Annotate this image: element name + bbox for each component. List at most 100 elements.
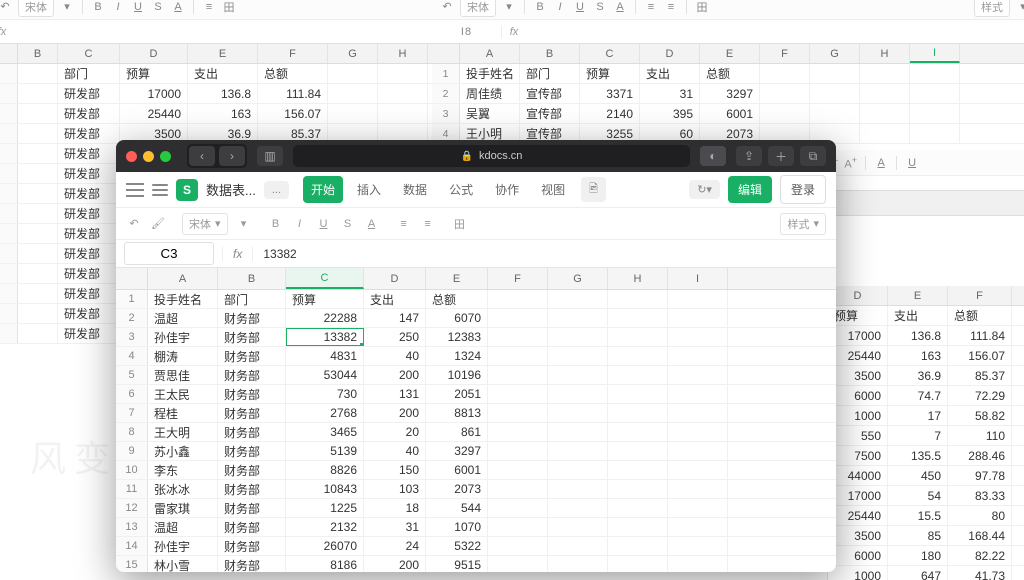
row-header[interactable]: 10: [116, 461, 148, 479]
cell[interactable]: [668, 423, 728, 441]
strike-icon[interactable]: S: [151, 0, 165, 14]
cell[interactable]: 730: [286, 385, 364, 403]
cell[interactable]: 13382: [286, 328, 364, 346]
col-header[interactable]: D: [120, 44, 188, 63]
cell[interactable]: [760, 64, 810, 83]
cell[interactable]: 395: [640, 104, 700, 123]
cell[interactable]: 财务部: [218, 499, 286, 517]
row-header[interactable]: 4: [116, 347, 148, 365]
cell[interactable]: [860, 124, 910, 143]
cell[interactable]: [488, 385, 548, 403]
cell[interactable]: 5139: [286, 442, 364, 460]
row-header[interactable]: 6: [116, 385, 148, 403]
cell[interactable]: 85.37: [948, 366, 1012, 385]
row-header[interactable]: 15: [116, 556, 148, 572]
row-header[interactable]: 9: [116, 442, 148, 460]
cell[interactable]: [488, 480, 548, 498]
cell[interactable]: 宣传部: [520, 84, 580, 103]
cell[interactable]: 136.8: [888, 326, 948, 345]
cell[interactable]: 财务部: [218, 556, 286, 572]
cell[interactable]: 41.73: [948, 566, 1012, 580]
row-header[interactable]: 11: [116, 480, 148, 498]
border-icon[interactable]: 田: [222, 0, 236, 14]
history-icon[interactable]: ↻▾: [689, 180, 720, 199]
cell[interactable]: [668, 366, 728, 384]
cell[interactable]: [548, 537, 608, 555]
font-color-icon[interactable]: A: [171, 0, 185, 14]
cell[interactable]: 6000: [828, 386, 888, 405]
cell[interactable]: 财务部: [218, 518, 286, 536]
cell[interactable]: 3500: [828, 366, 888, 385]
tabs-icon[interactable]: ⧉: [800, 146, 826, 166]
cell[interactable]: [1012, 306, 1024, 325]
cell[interactable]: 研发部: [58, 124, 120, 143]
cell-ref-input[interactable]: [124, 242, 214, 265]
cell[interactable]: 财务部: [218, 347, 286, 365]
cell[interactable]: [548, 290, 608, 308]
cell[interactable]: 85: [888, 526, 948, 545]
cell[interactable]: 136.8: [188, 84, 258, 103]
fx-value[interactable]: 13382: [253, 247, 296, 261]
cell[interactable]: 80: [948, 506, 1012, 525]
font-select[interactable]: 宋体: [18, 0, 54, 17]
cell[interactable]: 预算: [580, 64, 640, 83]
cell[interactable]: 李东: [148, 461, 218, 479]
cell[interactable]: 6001: [426, 461, 488, 479]
cell[interactable]: 财务部: [218, 461, 286, 479]
col-header[interactable]: E: [888, 286, 948, 305]
col-header[interactable]: A: [148, 268, 218, 289]
cell[interactable]: [608, 347, 668, 365]
cell[interactable]: [1012, 526, 1024, 545]
cell[interactable]: 研发部: [58, 164, 120, 183]
col-header[interactable]: F: [948, 286, 1012, 305]
cell[interactable]: [18, 324, 58, 343]
reader-button[interactable]: ◐: [700, 146, 726, 166]
cell[interactable]: 82.22: [948, 546, 1012, 565]
zoom-icon[interactable]: [160, 151, 171, 162]
cell[interactable]: [760, 104, 810, 123]
tab-公式[interactable]: 公式: [441, 176, 481, 203]
cell[interactable]: 6000: [828, 546, 888, 565]
cell[interactable]: 研发部: [58, 244, 120, 263]
cell[interactable]: 550: [828, 426, 888, 445]
cell[interactable]: 部门: [58, 64, 120, 83]
cell[interactable]: 1225: [286, 499, 364, 517]
cell[interactable]: 研发部: [58, 324, 120, 343]
cell[interactable]: 财务部: [218, 423, 286, 441]
row-header[interactable]: 7: [116, 404, 148, 422]
cell[interactable]: 总额: [258, 64, 328, 83]
cell[interactable]: 3371: [580, 84, 640, 103]
cell[interactable]: [1012, 406, 1024, 425]
cell[interactable]: 部门: [218, 290, 286, 308]
cell[interactable]: 苏小鑫: [148, 442, 218, 460]
cell[interactable]: [18, 104, 58, 123]
cell[interactable]: [608, 518, 668, 536]
cell[interactable]: 150: [364, 461, 426, 479]
cell[interactable]: 17000: [828, 486, 888, 505]
back-button[interactable]: ‹: [189, 146, 215, 166]
cell[interactable]: [1012, 546, 1024, 565]
cell[interactable]: [548, 442, 608, 460]
cell[interactable]: 3297: [426, 442, 488, 460]
cell[interactable]: [608, 461, 668, 479]
cell[interactable]: 44000: [828, 466, 888, 485]
row-header[interactable]: 1: [116, 290, 148, 308]
col-header[interactable]: I: [668, 268, 728, 289]
cell[interactable]: [608, 328, 668, 346]
cell[interactable]: 8186: [286, 556, 364, 572]
row-header[interactable]: 12: [116, 499, 148, 517]
cell[interactable]: 25440: [120, 104, 188, 123]
tab-数据[interactable]: 数据: [395, 176, 435, 203]
cell[interactable]: [668, 537, 728, 555]
cell[interactable]: [608, 366, 668, 384]
cell[interactable]: [378, 84, 428, 103]
col-header[interactable]: G: [328, 44, 378, 63]
italic-icon[interactable]: I: [111, 0, 125, 14]
col-header[interactable]: D: [640, 44, 700, 63]
col-header[interactable]: I: [910, 44, 960, 63]
cell[interactable]: [1012, 386, 1024, 405]
cell[interactable]: 研发部: [58, 204, 120, 223]
newtab-icon[interactable]: ＋: [768, 146, 794, 166]
cell[interactable]: [328, 104, 378, 123]
style-select[interactable]: 样式▾: [780, 213, 826, 235]
